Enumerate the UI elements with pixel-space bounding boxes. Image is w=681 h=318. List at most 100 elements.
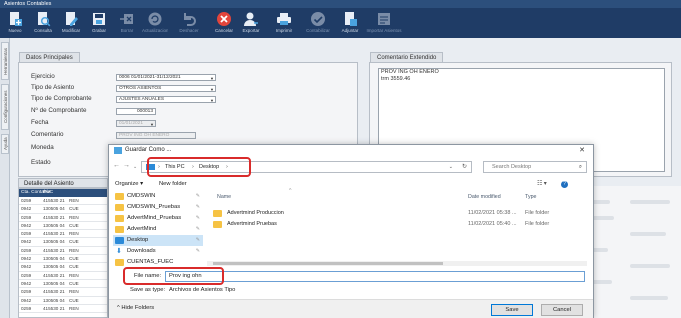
folder-icon bbox=[213, 221, 222, 228]
moneda-label: Moneda bbox=[31, 144, 54, 151]
window-title: Asientos Contables bbox=[4, 1, 52, 7]
table-row[interactable]: 0942 130505 04 CUE bbox=[19, 297, 107, 305]
save-button[interactable]: Grabar bbox=[86, 10, 112, 37]
table-row[interactable]: 0259 415530 21 REN bbox=[19, 230, 107, 239]
undo-icon bbox=[184, 13, 196, 26]
table-row[interactable]: 0259 415530 21 REN bbox=[19, 305, 107, 314]
dialog-footer: ^ Hide Folders Save Cancel bbox=[109, 299, 593, 318]
cancel-button[interactable]: Cancelar bbox=[211, 10, 237, 37]
table-row[interactable]: 0942 130505 04 CUE bbox=[19, 238, 107, 247]
comentario-label: Comentario bbox=[31, 131, 64, 138]
organize-menu[interactable]: Organize ▾ bbox=[115, 178, 143, 190]
export-button[interactable]: Exportar bbox=[238, 10, 264, 37]
pin-icon: ✎ bbox=[195, 226, 200, 232]
save-type-row: Save as type: Archivos de Asientos Tipo bbox=[109, 284, 593, 296]
list-item[interactable]: Advertmind Pruebas 11/02/2021 05:40 ... … bbox=[207, 219, 587, 230]
query-button[interactable]: Consulta bbox=[30, 10, 56, 37]
new-button[interactable]: Nuevo bbox=[2, 10, 28, 37]
chevron-down-icon: ▼ bbox=[150, 122, 154, 127]
main-toolbar: Nuevo Consulta Modificar Grabar Borrar A… bbox=[0, 8, 681, 38]
chevron-down-icon: ▼ bbox=[210, 87, 214, 92]
attach-button[interactable]: Adjuntar bbox=[337, 10, 363, 37]
import-button[interactable]: Importar Asientos bbox=[366, 10, 402, 37]
table-row[interactable]: 0259 415530 21 REN bbox=[19, 288, 107, 297]
search-input[interactable]: Search Desktop ⌕ bbox=[483, 161, 587, 173]
num-comprobante-field[interactable]: 000013 bbox=[116, 108, 156, 115]
recent-chevron-icon[interactable]: ⌄ bbox=[133, 164, 137, 170]
tipo-comprobante-label: Tipo de Comprobante bbox=[31, 95, 92, 102]
scrollbar-thumb[interactable] bbox=[213, 262, 443, 265]
nav-item-advertmind-pruebas[interactable]: AdvertMind_Pruebas ✎ bbox=[113, 213, 203, 224]
dialog-save-button[interactable]: Save bbox=[491, 304, 533, 316]
update-button[interactable]: Actualizaciones bbox=[142, 10, 168, 37]
nav-item-advertmind[interactable]: AdvertMind ✎ bbox=[113, 224, 203, 235]
highlight-address-box bbox=[147, 157, 251, 177]
column-header-name[interactable]: Name bbox=[217, 194, 231, 200]
table-row[interactable]: 0942 130505 04 CUE bbox=[19, 255, 107, 264]
refresh-icon[interactable]: ↻ bbox=[462, 162, 467, 172]
detalle-grid[interactable]: Cta. ContablePUC 0259 415530 21 REN 0942 13… bbox=[18, 188, 108, 318]
navigation-pane: CMDSWIN ✎ CMDSWIN_Pruebas ✎ AdvertMind_Pru… bbox=[109, 191, 205, 271]
chevron-down-icon: ▼ bbox=[210, 98, 214, 103]
help-icon[interactable]: ? bbox=[561, 181, 568, 188]
table-row[interactable]: 0259 415530 21 REN bbox=[19, 272, 107, 280]
address-dropdown-icon[interactable]: ⌄ bbox=[449, 162, 453, 172]
attach-icon bbox=[345, 12, 357, 26]
ejercicio-select[interactable]: 0006 01/01/2021-31/12/2021 ▼ bbox=[116, 74, 216, 81]
file-type: File folder bbox=[525, 210, 550, 216]
edit-button[interactable]: Modificar bbox=[58, 10, 84, 37]
folder-icon bbox=[115, 259, 124, 266]
nav-item-downloads[interactable]: ⬇ Downloads ✎ bbox=[113, 246, 203, 257]
folder-icon bbox=[115, 215, 124, 222]
table-row[interactable]: 0942 130505 04 CUE bbox=[19, 205, 107, 214]
fecha-field[interactable]: 01/01/2021 ▼ bbox=[116, 120, 156, 127]
table-row[interactable]: 0259 415530 21 REN bbox=[19, 247, 107, 256]
pin-icon: ✎ bbox=[195, 193, 200, 199]
nav-item-cmdswin[interactable]: CMDSWIN ✎ bbox=[113, 191, 203, 202]
folder-icon bbox=[115, 204, 124, 211]
grid-header: Cta. ContablePUC bbox=[19, 189, 107, 197]
table-row[interactable]: 0259 415530 21 REN bbox=[19, 214, 107, 222]
list-item[interactable]: Advertmind Produccion 11/02/2021 05:38 .… bbox=[207, 208, 587, 219]
horizontal-scrollbar[interactable] bbox=[207, 261, 587, 266]
file-name: Advertmind Pruebas bbox=[227, 221, 277, 227]
column-header-type[interactable]: Type bbox=[525, 194, 536, 200]
back-arrow-icon[interactable]: ← bbox=[113, 162, 120, 169]
view-options-icon[interactable]: ☷ ▾ bbox=[537, 178, 547, 190]
cancel-icon bbox=[217, 12, 231, 26]
side-tab-ayuda[interactable]: Ayuda bbox=[1, 134, 9, 154]
table-row[interactable]: 0942 130505 04 CUE bbox=[19, 222, 107, 231]
contabilizar-button[interactable]: Contabilizar bbox=[305, 10, 331, 37]
new-folder-button[interactable]: New folder bbox=[159, 178, 187, 190]
download-arrow-icon: ⬇ bbox=[116, 248, 122, 255]
column-header-date[interactable]: Date modified bbox=[468, 194, 501, 200]
grid-header-cell[interactable]: Cta. Contable bbox=[19, 189, 50, 197]
undo-button[interactable]: Deshacer bbox=[176, 10, 202, 37]
detalle-title: Detalle del Asiento bbox=[18, 178, 108, 188]
table-row[interactable]: 0259 415530 21 REN bbox=[19, 197, 107, 206]
blurred-text bbox=[630, 264, 670, 268]
nav-item-desktop[interactable]: Desktop ✎ bbox=[113, 235, 203, 246]
query-icon bbox=[38, 12, 51, 27]
table-row[interactable]: 0942 130505 04 CUE bbox=[19, 263, 107, 272]
erase-button[interactable]: Borrar bbox=[114, 10, 140, 37]
side-tab-herramientas[interactable]: Herramientas bbox=[1, 42, 9, 80]
tipo-asiento-select[interactable]: OTROS ASIENTOS ▼ bbox=[116, 85, 216, 92]
dialog-command-bar: Organize ▾ New folder ☷ ▾ ? bbox=[109, 178, 593, 190]
comentario-field[interactable]: PROV ING OH ENERO bbox=[116, 132, 196, 139]
table-row[interactable]: 0942 130505 04 CUE bbox=[19, 280, 107, 289]
dialog-titlebar: Guardar Como ... ✕ bbox=[109, 145, 593, 156]
tipo-comprobante-select[interactable]: AJUSTES ANUALES ▼ bbox=[116, 96, 216, 103]
forward-arrow-icon[interactable]: → bbox=[123, 162, 130, 169]
comentario-line: PROV ING OH ENERO bbox=[381, 69, 439, 75]
nav-item-cmdswin-pruebas[interactable]: CMDSWIN_Pruebas ✎ bbox=[113, 202, 203, 213]
side-tab-configuraciones[interactable]: Configuraciones bbox=[1, 84, 9, 130]
dialog-cancel-button[interactable]: Cancel bbox=[541, 304, 583, 316]
hide-folders-toggle[interactable]: ^ Hide Folders bbox=[117, 305, 154, 311]
close-icon[interactable]: ✕ bbox=[579, 145, 585, 156]
print-button[interactable]: Imprimir bbox=[271, 10, 297, 37]
save-type-select[interactable]: Archivos de Asientos Tipo bbox=[169, 284, 235, 296]
file-name-input[interactable]: Prov ing ohn bbox=[165, 271, 585, 282]
grid-header-cell[interactable]: PUC bbox=[41, 189, 67, 197]
desktop-icon bbox=[115, 237, 124, 244]
